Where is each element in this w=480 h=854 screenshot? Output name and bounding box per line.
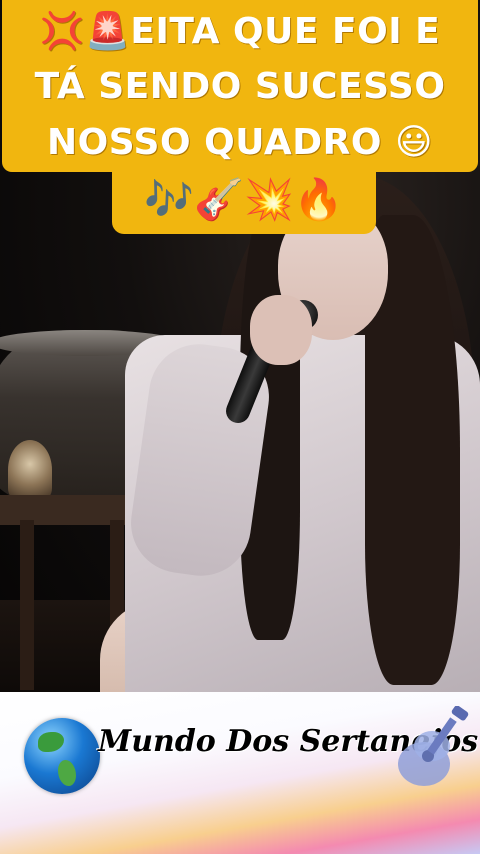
stage-lamp — [8, 440, 52, 500]
guitar-icon — [398, 706, 469, 786]
caption-emojis: 🎶🎸💥🔥 — [144, 177, 344, 223]
singer-hand — [250, 295, 312, 365]
caption-line-1: 💢🚨EITA QUE FOI E — [39, 11, 441, 52]
brand-name: Mundo Dos Sertanejos — [98, 724, 479, 759]
caption-line-3: NOSSO QUADRO 😃 — [47, 122, 433, 163]
table-leg — [20, 520, 34, 690]
caption-line-2: TÁ SENDO SUCESSO — [34, 66, 446, 107]
video-screen: 💢🚨EITA QUE FOI E TÁ SENDO SUCESSO NOSSO … — [0, 0, 480, 854]
